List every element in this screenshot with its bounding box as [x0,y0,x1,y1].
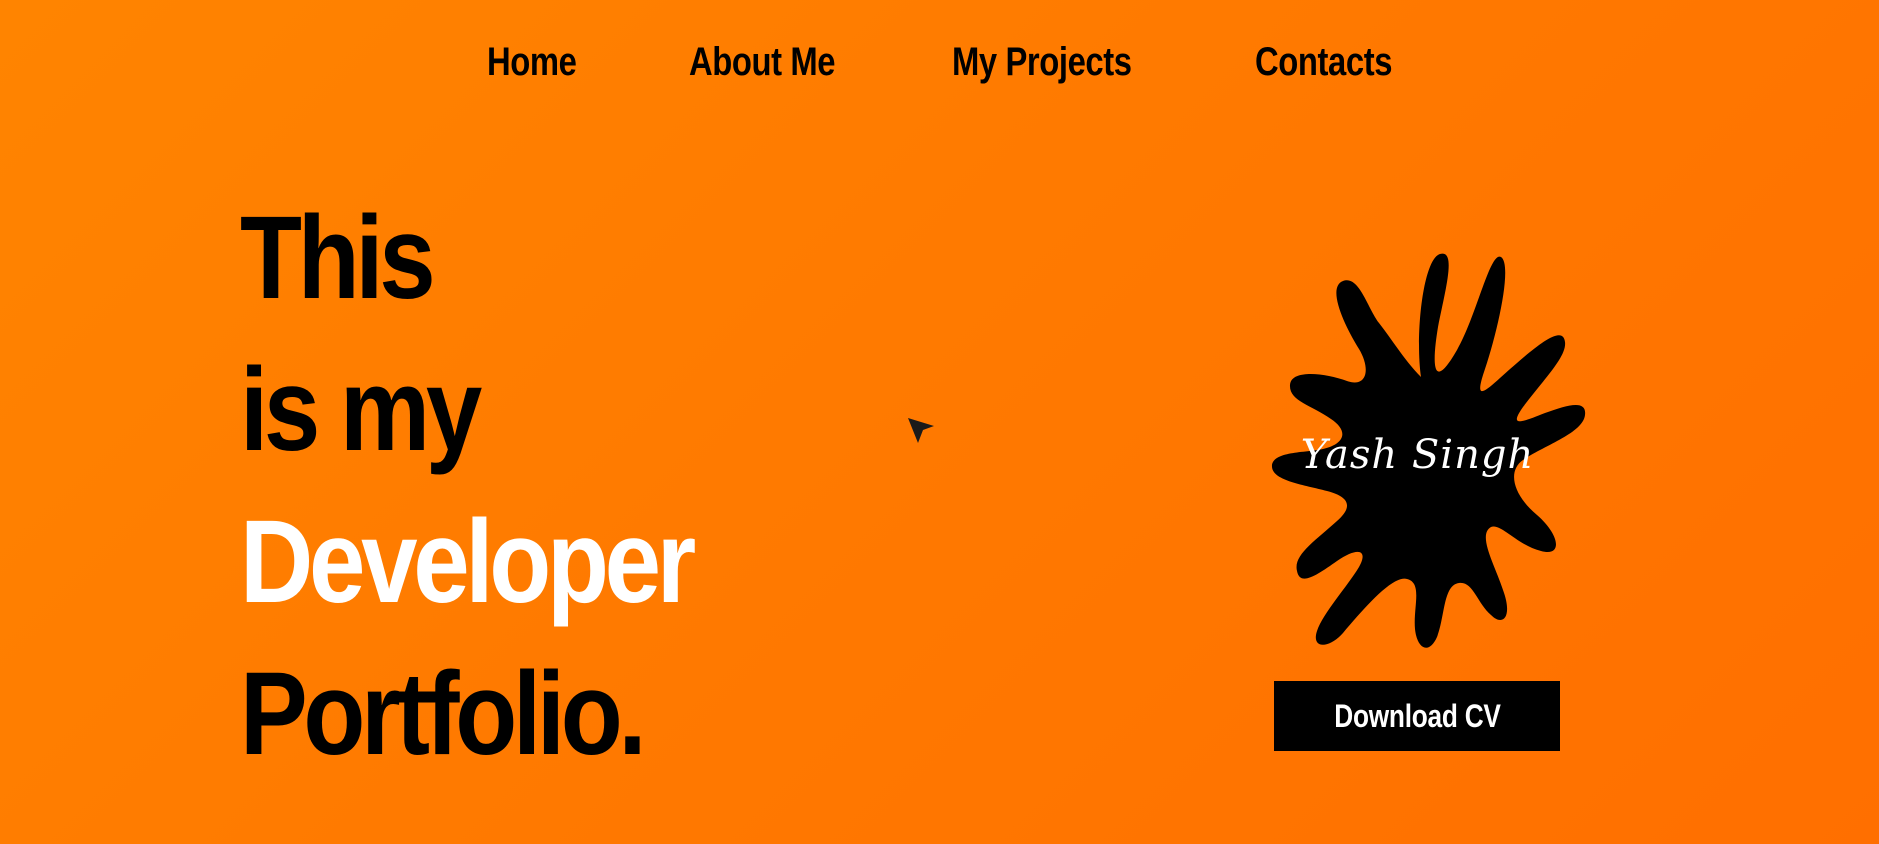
download-cv-button[interactable]: Download CV [1274,681,1560,751]
hero-line-portfolio: Portfolio. [240,648,647,780]
nav-contacts-link[interactable]: Contacts [1255,36,1392,88]
hero-line-developer: Developer [240,496,696,628]
nav-home-link[interactable]: Home [487,36,577,88]
main-nav: Home About Me My Projects Contacts [0,36,1879,88]
download-cv-label: Download CV [1333,697,1501,734]
nav-about-link[interactable]: About Me [689,36,836,88]
nav-projects-link[interactable]: My Projects [952,36,1132,88]
hero-line-this: This [240,192,436,324]
profile-name: Yash Singh [1300,432,1535,478]
hero-line-is-my: is my [240,344,482,476]
hero-heading: This is my Developer Portfolio. [240,182,766,790]
mouse-pointer-icon [908,418,934,443]
